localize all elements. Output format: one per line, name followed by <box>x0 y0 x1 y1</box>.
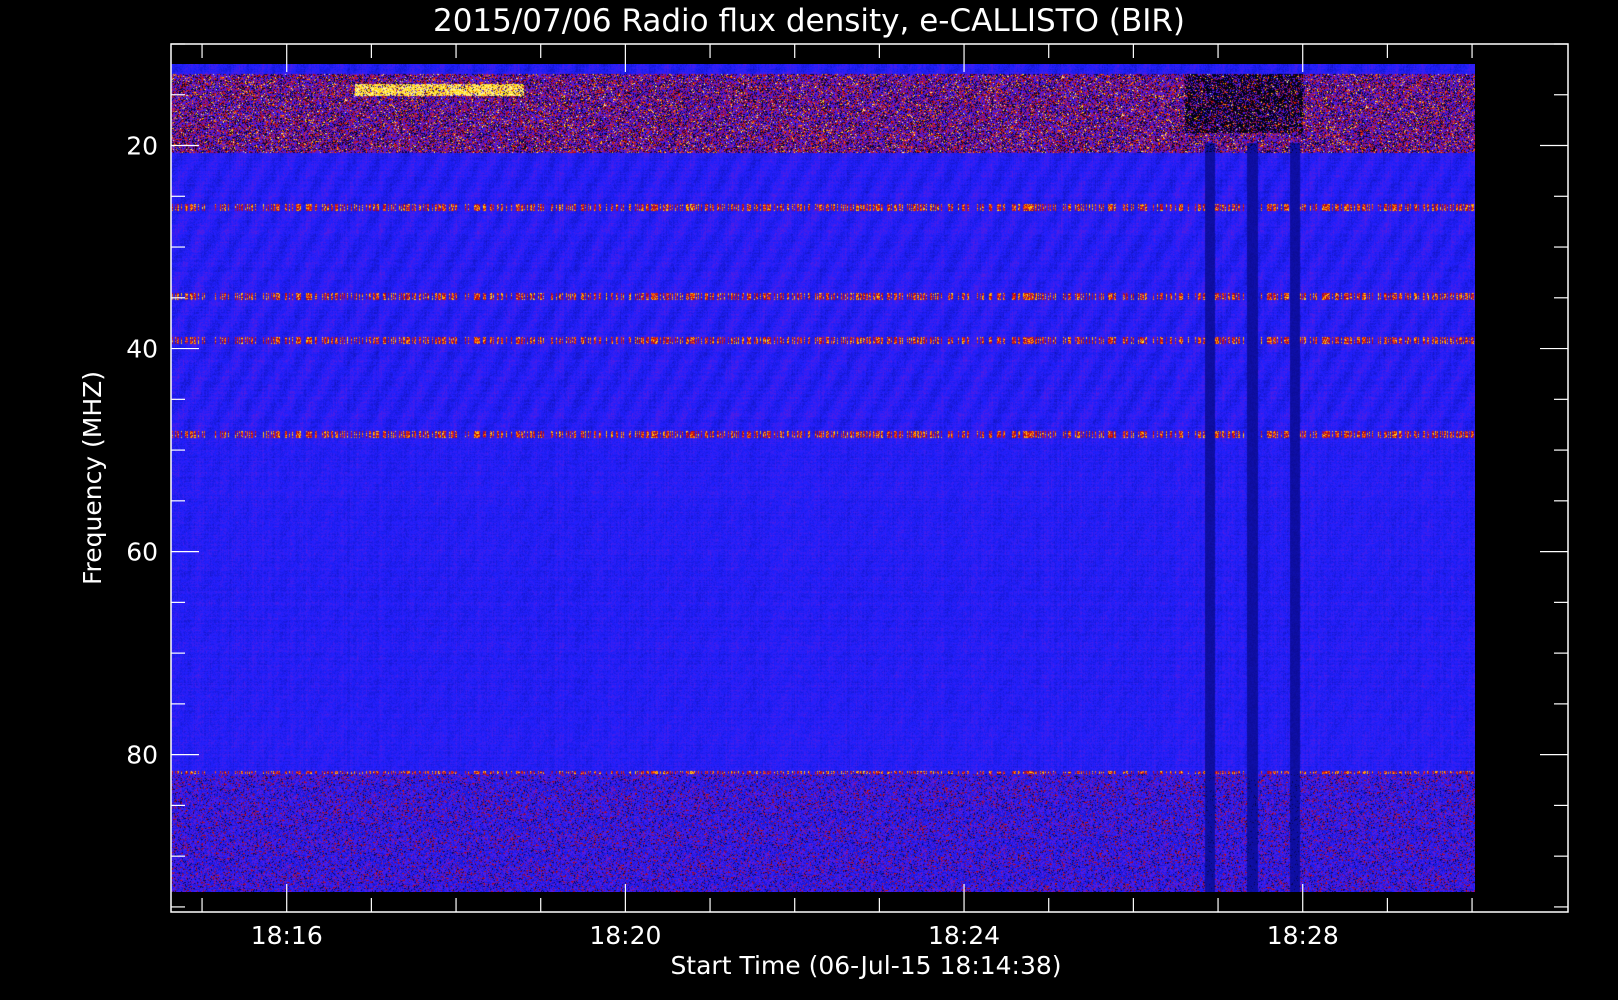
x-axis-label: Start Time (06-Jul-15 18:14:38) <box>670 951 1061 980</box>
y-axis-label: Frequency (MHZ) <box>78 371 107 585</box>
x-tick-label: 18:24 <box>928 921 1000 950</box>
x-tick-label: 18:28 <box>1267 921 1339 950</box>
x-tick-label: 18:16 <box>251 921 323 950</box>
spectrogram-chart: 2015/07/06 Radio flux density, e-CALLIST… <box>0 0 1618 1000</box>
spectrogram-image <box>171 64 1475 892</box>
y-tick-label: 20 <box>126 132 158 161</box>
x-tick-label: 18:20 <box>589 921 661 950</box>
y-tick-label: 80 <box>126 741 158 770</box>
chart-title: 2015/07/06 Radio flux density, e-CALLIST… <box>433 3 1185 39</box>
y-tick-label: 60 <box>126 538 158 567</box>
heatmap-layer <box>171 64 1475 892</box>
y-tick-label: 40 <box>126 335 158 364</box>
